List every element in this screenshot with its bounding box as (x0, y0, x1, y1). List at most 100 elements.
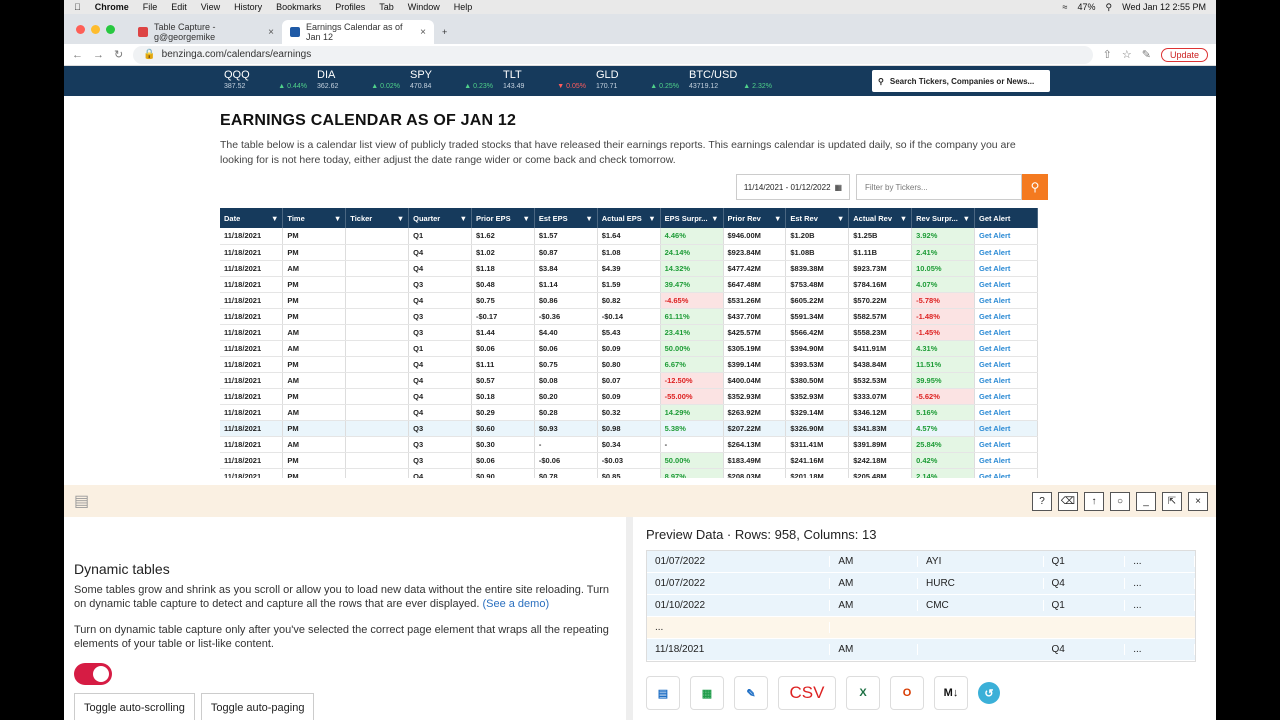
expand-panel-button[interactable]: ⇱ (1162, 492, 1182, 511)
column-header[interactable]: Est EPS ▼ (534, 208, 598, 228)
column-header[interactable]: Actual EPS ▼ (597, 208, 661, 228)
dynamic-capture-toggle[interactable] (74, 663, 112, 685)
zoom-window-button[interactable] (106, 25, 115, 34)
filter-icon[interactable]: ▼ (460, 214, 467, 223)
filter-icon[interactable]: ▼ (774, 214, 781, 223)
new-tab-button[interactable]: + (434, 20, 458, 44)
filter-icon[interactable]: ▼ (837, 214, 844, 223)
move-up-button[interactable]: ↑ (1084, 492, 1104, 511)
table-row[interactable]: 11/18/2021 PM Q4 $1.11 $0.75 $0.80 6.67% $399.1… (220, 356, 1038, 373)
filter-icon[interactable]: ▼ (397, 214, 404, 223)
office-icon[interactable]: O (890, 676, 924, 710)
table-row[interactable]: 11/18/2021 PM Q4 $0.90 $0.78 $0.85 8.97% $208.0… (220, 468, 1038, 478)
table-row[interactable]: 11/18/2021 AM Q4 $0.57 $0.08 $0.07 -12.50% $400… (220, 372, 1038, 389)
close-tab-icon[interactable]: × (268, 27, 274, 38)
table-cell[interactable]: Get Alert (974, 228, 1038, 245)
menu-bookmarks[interactable]: Bookmarks (276, 2, 321, 12)
table-cell[interactable]: Get Alert (974, 244, 1038, 261)
table-cell[interactable]: Get Alert (974, 452, 1038, 469)
copy-to-clipboard-icon[interactable]: ▤ (646, 676, 680, 710)
column-header[interactable]: Get Alert (974, 208, 1038, 228)
column-header[interactable]: Rev Surpr... ▼ (911, 208, 975, 228)
column-header[interactable]: Prior Rev ▼ (723, 208, 787, 228)
date-range-picker[interactable]: 11/14/2021 - 01/12/2022 ▦ (736, 174, 850, 200)
help-button[interactable]: ? (1032, 492, 1052, 511)
clock[interactable]: Wed Jan 12 2:55 PM (1122, 2, 1206, 12)
column-header[interactable]: Date ▼ (220, 208, 284, 228)
close-tab-icon[interactable]: × (420, 27, 426, 38)
ticker-dia[interactable]: DIA 362.62 ▲ 0.02% (317, 70, 410, 92)
google-sheets-icon[interactable]: ▦ (690, 676, 724, 710)
ticker-btc[interactable]: BTC/USD 43719.12 ▲ 2.32% (689, 70, 782, 92)
menu-help[interactable]: Help (454, 2, 473, 12)
battery-level[interactable]: 47% (1078, 2, 1096, 12)
table-row[interactable]: 11/18/2021 PM Q4 $1.02 $0.87 $1.08 24.14% $923.… (220, 244, 1038, 261)
ticker-search-input[interactable]: ⚲ Search Tickers, Companies or News... (872, 70, 1050, 92)
menu-file[interactable]: File (143, 2, 158, 12)
table-cell[interactable]: Get Alert (974, 276, 1038, 293)
toggle-auto-paging-button[interactable]: Toggle auto-paging (200, 693, 315, 720)
circle-button[interactable]: ○ (1110, 492, 1130, 511)
earnings-table-container[interactable]: Date ▼ Time ▼ Ticker ▼ Quarter ▼ Prior EPS ▼ Est E… (220, 208, 1048, 478)
table-cell[interactable]: Get Alert (974, 340, 1038, 357)
ticker-spy[interactable]: SPY 470.84 ▲ 0.23% (410, 70, 503, 92)
table-row[interactable]: 11/18/2021 AM Q3 $1.44 $4.40 $5.43 23.41% $425.… (220, 324, 1038, 341)
column-header[interactable]: Time ▼ (282, 208, 347, 228)
table-cell[interactable]: Get Alert (974, 308, 1038, 325)
close-window-button[interactable] (76, 25, 85, 34)
filter-icon[interactable]: ▼ (334, 214, 341, 223)
menu-view[interactable]: View (201, 2, 220, 12)
table-row[interactable]: 11/18/2021 PM Q1 $1.62 $1.57 $1.64 4.46% $946.0… (220, 228, 1038, 245)
panel-divider[interactable] (626, 517, 633, 720)
column-header[interactable]: EPS Surpr... ▼ (660, 208, 724, 228)
share-icon[interactable]: ⇧ (1103, 48, 1112, 61)
apple-icon[interactable]:  (74, 2, 81, 12)
table-cell[interactable]: Get Alert (974, 420, 1038, 437)
filter-icon[interactable]: ▼ (522, 214, 529, 223)
csv-export-button[interactable]: CSV (778, 676, 836, 710)
column-header[interactable]: Est Rev ▼ (785, 208, 850, 228)
menu-tab[interactable]: Tab (379, 2, 394, 12)
edit-copy-icon[interactable]: ✎ (734, 676, 768, 710)
table-cell[interactable]: Get Alert (974, 404, 1038, 421)
table-row[interactable]: 11/18/2021 PM Q3 -$0.17 -$0.36 -$0.14 61.11% $4… (220, 308, 1038, 325)
menu-window[interactable]: Window (408, 2, 440, 12)
filter-icon[interactable]: ▼ (585, 214, 592, 223)
filter-icon[interactable]: ▼ (271, 214, 278, 223)
update-button[interactable]: Update (1160, 47, 1208, 62)
table-cell[interactable]: Get Alert (974, 468, 1038, 478)
share-icon[interactable]: ↺ (978, 682, 1000, 704)
table-row[interactable]: 11/18/2021 PM Q4 $0.75 $0.86 $0.82 -4.65% $531.… (220, 292, 1038, 309)
tab-earnings-calendar[interactable]: Earnings Calendar as of Jan 12 × (282, 20, 434, 44)
table-row[interactable]: 11/18/2021 AM Q4 $0.29 $0.28 $0.32 14.29% $263.… (220, 404, 1038, 421)
excel-icon[interactable]: X (846, 676, 880, 710)
filter-icon[interactable]: ▼ (711, 214, 718, 223)
table-cell[interactable]: Get Alert (974, 324, 1038, 341)
menu-history[interactable]: History (234, 2, 262, 12)
menu-profiles[interactable]: Profiles (335, 2, 365, 12)
back-icon[interactable]: ← (72, 49, 83, 61)
table-cell[interactable]: Get Alert (974, 292, 1038, 309)
ticker-qqq[interactable]: QQQ 387.52 ▲ 0.44% (224, 70, 317, 92)
table-cell[interactable]: Get Alert (974, 388, 1038, 405)
table-row[interactable]: 11/18/2021 PM Q3 $0.48 $1.14 $1.59 39.47% $647.… (220, 276, 1038, 293)
menu-edit[interactable]: Edit (171, 2, 187, 12)
table-cell[interactable]: Get Alert (974, 372, 1038, 389)
column-header[interactable]: Ticker ▼ (345, 208, 410, 228)
filter-search-button[interactable]: ⚲ (1022, 174, 1048, 200)
table-row[interactable]: 11/18/2021 AM Q4 $1.18 $3.84 $4.39 14.32% $477.… (220, 260, 1038, 277)
url-field[interactable]: 🔒 benzinga.com/calendars/earnings (133, 45, 1093, 64)
column-header[interactable]: Prior EPS ▼ (471, 208, 535, 228)
filter-icon[interactable]: ▼ (963, 214, 970, 223)
column-header[interactable]: Actual Rev ▼ (848, 208, 913, 228)
tab-table-capture[interactable]: Table Capture - g@georgemike × (130, 20, 282, 44)
see-demo-link[interactable]: (See a demo) (482, 598, 549, 610)
table-row[interactable]: 11/18/2021 PM Q3 $0.06 -$0.06 -$0.03 50.00% $18… (220, 452, 1038, 469)
filter-icon[interactable]: ▼ (648, 214, 655, 223)
table-row[interactable]: 11/18/2021 AM Q3 $0.30- $0.34- $264.13M $311.4… (220, 436, 1038, 453)
wifi-icon[interactable]: ≈ (1063, 2, 1068, 12)
minimize-window-button[interactable] (91, 25, 100, 34)
table-cell[interactable]: Get Alert (974, 436, 1038, 453)
table-cell[interactable]: Get Alert (974, 260, 1038, 277)
minimize-panel-button[interactable]: _ (1136, 492, 1156, 511)
